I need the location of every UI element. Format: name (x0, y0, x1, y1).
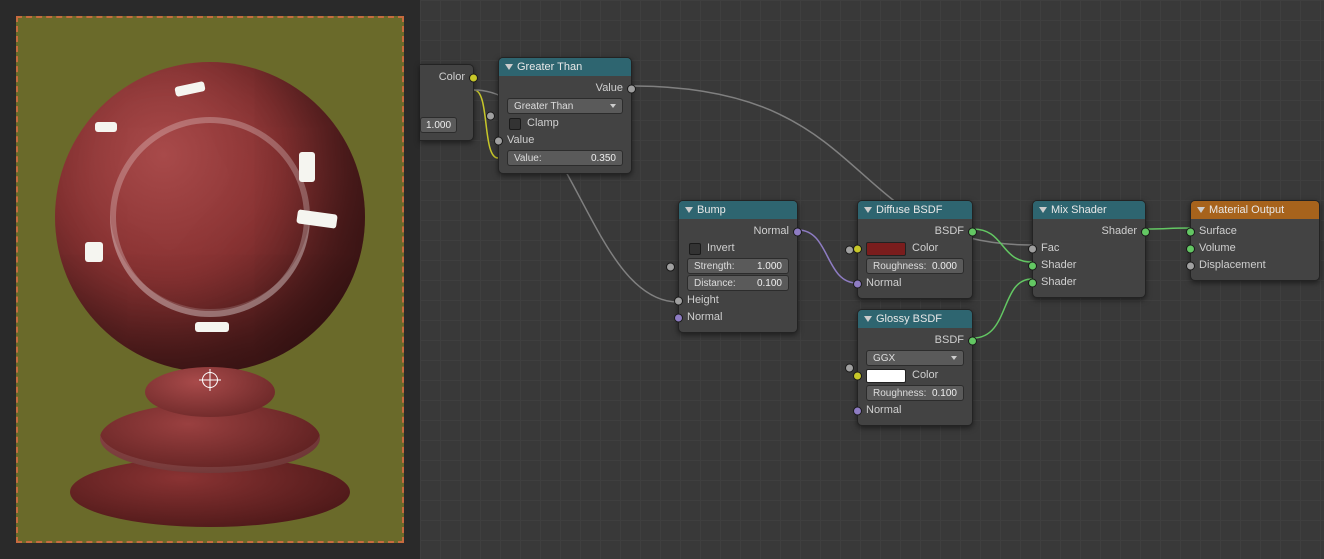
preview-panel (0, 0, 420, 559)
collapse-icon[interactable] (1039, 207, 1047, 213)
socket-value-out[interactable]: Value (499, 80, 631, 97)
color-swatch[interactable] (866, 369, 906, 383)
invert-checkbox[interactable]: Invert (679, 240, 797, 257)
roughness-field[interactable]: Roughness:0.100 (866, 385, 964, 401)
collapse-icon[interactable] (685, 207, 693, 213)
color-input[interactable]: Color (858, 240, 972, 257)
collapse-icon[interactable] (505, 64, 513, 70)
node-greater-than[interactable]: Greater Than Value Greater Than Clamp Va… (498, 57, 632, 174)
node-header[interactable]: Material Output (1191, 201, 1319, 219)
color-input[interactable]: Color (858, 367, 972, 384)
strength-field[interactable]: Strength:1.000 (687, 258, 789, 274)
distance-field[interactable]: Distance:0.100 (687, 275, 789, 291)
socket-normal-in[interactable]: Normal (858, 402, 972, 419)
socket-color-out[interactable]: Color (420, 69, 473, 86)
socket-displacement-in[interactable]: Displacement (1191, 257, 1319, 274)
node-diffuse-bsdf[interactable]: Diffuse BSDF BSDF Color Roughness:0.000 … (857, 200, 973, 299)
value-field[interactable]: 1.000 (420, 117, 457, 133)
socket-volume-in[interactable]: Volume (1191, 240, 1319, 257)
node-glossy-bsdf[interactable]: Glossy BSDF BSDF GGX Color Roughness:0.1… (857, 309, 973, 426)
socket-value-in[interactable]: Value (499, 132, 631, 149)
socket-shader2-in[interactable]: Shader (1033, 274, 1145, 291)
socket-height-in[interactable]: Height (679, 292, 797, 309)
preview-sphere (55, 62, 365, 372)
threshold-field[interactable]: Value:0.350 (507, 150, 623, 166)
node-partial[interactable]: Color 1.000 (420, 64, 474, 141)
socket-normal-out[interactable]: Normal (679, 223, 797, 240)
operation-dropdown[interactable]: Greater Than (507, 98, 623, 114)
node-header[interactable]: Diffuse BSDF (858, 201, 972, 219)
node-header[interactable]: Mix Shader (1033, 201, 1145, 219)
socket-shader1-in[interactable]: Shader (1033, 257, 1145, 274)
node-header[interactable]: Glossy BSDF (858, 310, 972, 328)
socket-bsdf-out[interactable]: BSDF (858, 223, 972, 240)
node-header[interactable]: Greater Than (499, 58, 631, 76)
socket-shader-out[interactable]: Shader (1033, 223, 1145, 240)
node-editor[interactable]: Color 1.000 Greater Than Value Greater T… (420, 0, 1324, 559)
roughness-field[interactable]: Roughness:0.000 (866, 258, 964, 274)
socket-bsdf-out[interactable]: BSDF (858, 332, 972, 349)
node-header[interactable]: Bump (679, 201, 797, 219)
node-material-output[interactable]: Material Output Surface Volume Displacem… (1190, 200, 1320, 281)
render-border (16, 16, 404, 543)
color-swatch[interactable] (866, 242, 906, 256)
cursor-crosshair (199, 369, 221, 391)
collapse-icon[interactable] (864, 207, 872, 213)
node-mix-shader[interactable]: Mix Shader Shader Fac Shader Shader (1032, 200, 1146, 298)
preview-pedestal (65, 367, 355, 527)
distribution-dropdown[interactable]: GGX (866, 350, 964, 366)
socket-normal-in[interactable]: Normal (858, 275, 972, 292)
collapse-icon[interactable] (864, 316, 872, 322)
socket-surface-in[interactable]: Surface (1191, 223, 1319, 240)
node-bump[interactable]: Bump Normal Invert Strength:1.000 Distan… (678, 200, 798, 333)
clamp-checkbox[interactable]: Clamp (499, 115, 631, 132)
socket-fac-in[interactable]: Fac (1033, 240, 1145, 257)
collapse-icon[interactable] (1197, 207, 1205, 213)
socket-normal-in[interactable]: Normal (679, 309, 797, 326)
